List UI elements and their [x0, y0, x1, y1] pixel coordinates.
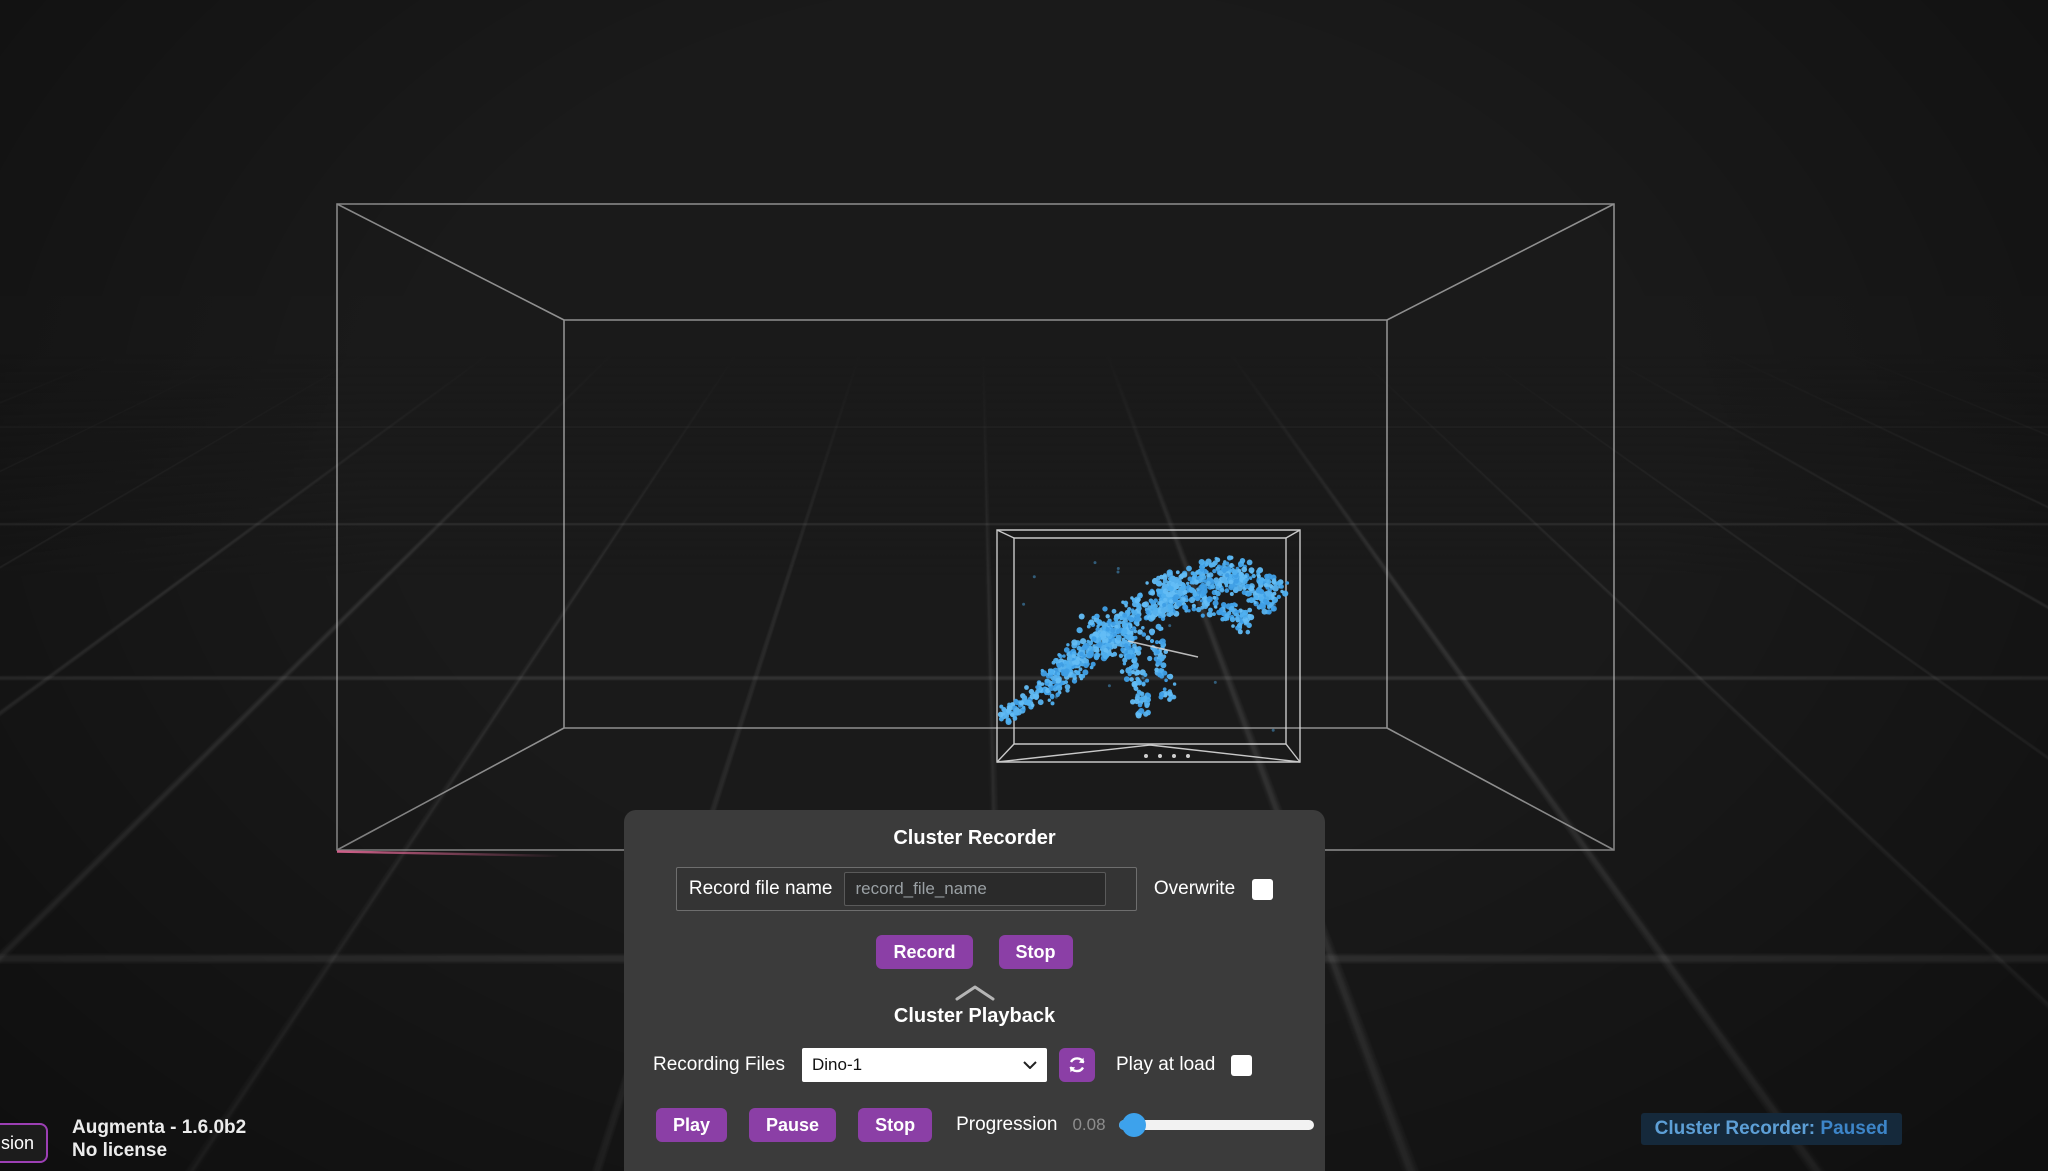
- play-button[interactable]: Play: [656, 1108, 727, 1142]
- playback-title: Cluster Playback: [624, 1005, 1325, 1028]
- playback-controls-row: Play Pause Stop Progression 0.08: [656, 1108, 1325, 1142]
- app-version: Augmenta - 1.6.0b2: [72, 1116, 246, 1140]
- status-bar: Cluster Recorder: Paused: [1641, 1113, 1902, 1145]
- progression-slider[interactable]: [1119, 1113, 1314, 1137]
- refresh-icon: [1066, 1054, 1088, 1076]
- record-file-label: Record file name: [689, 878, 833, 900]
- version-info: Augmenta - 1.6.0b2 No license: [72, 1116, 246, 1164]
- pause-button[interactable]: Pause: [749, 1108, 836, 1142]
- status-value: Paused: [1820, 1118, 1888, 1139]
- record-file-box: Record file name: [676, 867, 1137, 911]
- progression-value: 0.08: [1072, 1115, 1105, 1135]
- record-stop-button[interactable]: Stop: [999, 935, 1073, 969]
- stage-wireframe: [337, 204, 1614, 850]
- play-at-load-checkbox[interactable]: [1231, 1055, 1252, 1076]
- session-button-label: sion: [1, 1133, 34, 1154]
- recording-files-label: Recording Files: [653, 1054, 785, 1076]
- record-buttons-row: Record Stop: [624, 935, 1325, 969]
- overwrite-label: Overwrite: [1154, 878, 1235, 900]
- progression-label: Progression: [956, 1114, 1057, 1136]
- cluster-recorder-panel: Cluster Recorder Record file name Overwr…: [624, 810, 1325, 1171]
- chevron-down-icon: [1023, 1061, 1037, 1069]
- refresh-recordings-button[interactable]: [1059, 1048, 1095, 1082]
- progression-handle[interactable]: [1122, 1113, 1146, 1137]
- license-status: No license: [72, 1139, 246, 1163]
- status-label: Cluster Recorder:: [1655, 1118, 1816, 1139]
- record-file-row: Record file name Overwrite: [624, 867, 1325, 911]
- playback-collapse-toggle[interactable]: [624, 985, 1325, 1001]
- point-cloud-dino: [998, 555, 1289, 731]
- record-file-input[interactable]: [844, 872, 1106, 906]
- progression-track: [1119, 1120, 1314, 1130]
- origin-axes: [337, 632, 561, 856]
- playback-stop-button[interactable]: Stop: [858, 1108, 932, 1142]
- chevron-up-icon: [955, 985, 995, 1001]
- panel-title: Cluster Recorder: [624, 827, 1325, 850]
- play-at-load-label: Play at load: [1116, 1054, 1215, 1076]
- augmenta-app: Cluster Recorder Record file name Overwr…: [0, 0, 2048, 1171]
- recording-files-row: Recording Files Dino-1 Play at load: [653, 1048, 1325, 1082]
- record-button[interactable]: Record: [876, 935, 972, 969]
- recording-files-selected: Dino-1: [812, 1055, 862, 1075]
- recording-files-select[interactable]: Dino-1: [802, 1048, 1047, 1082]
- session-button[interactable]: sion: [0, 1123, 48, 1163]
- overwrite-checkbox[interactable]: [1252, 879, 1273, 900]
- cluster-marker-dots: [1144, 754, 1190, 758]
